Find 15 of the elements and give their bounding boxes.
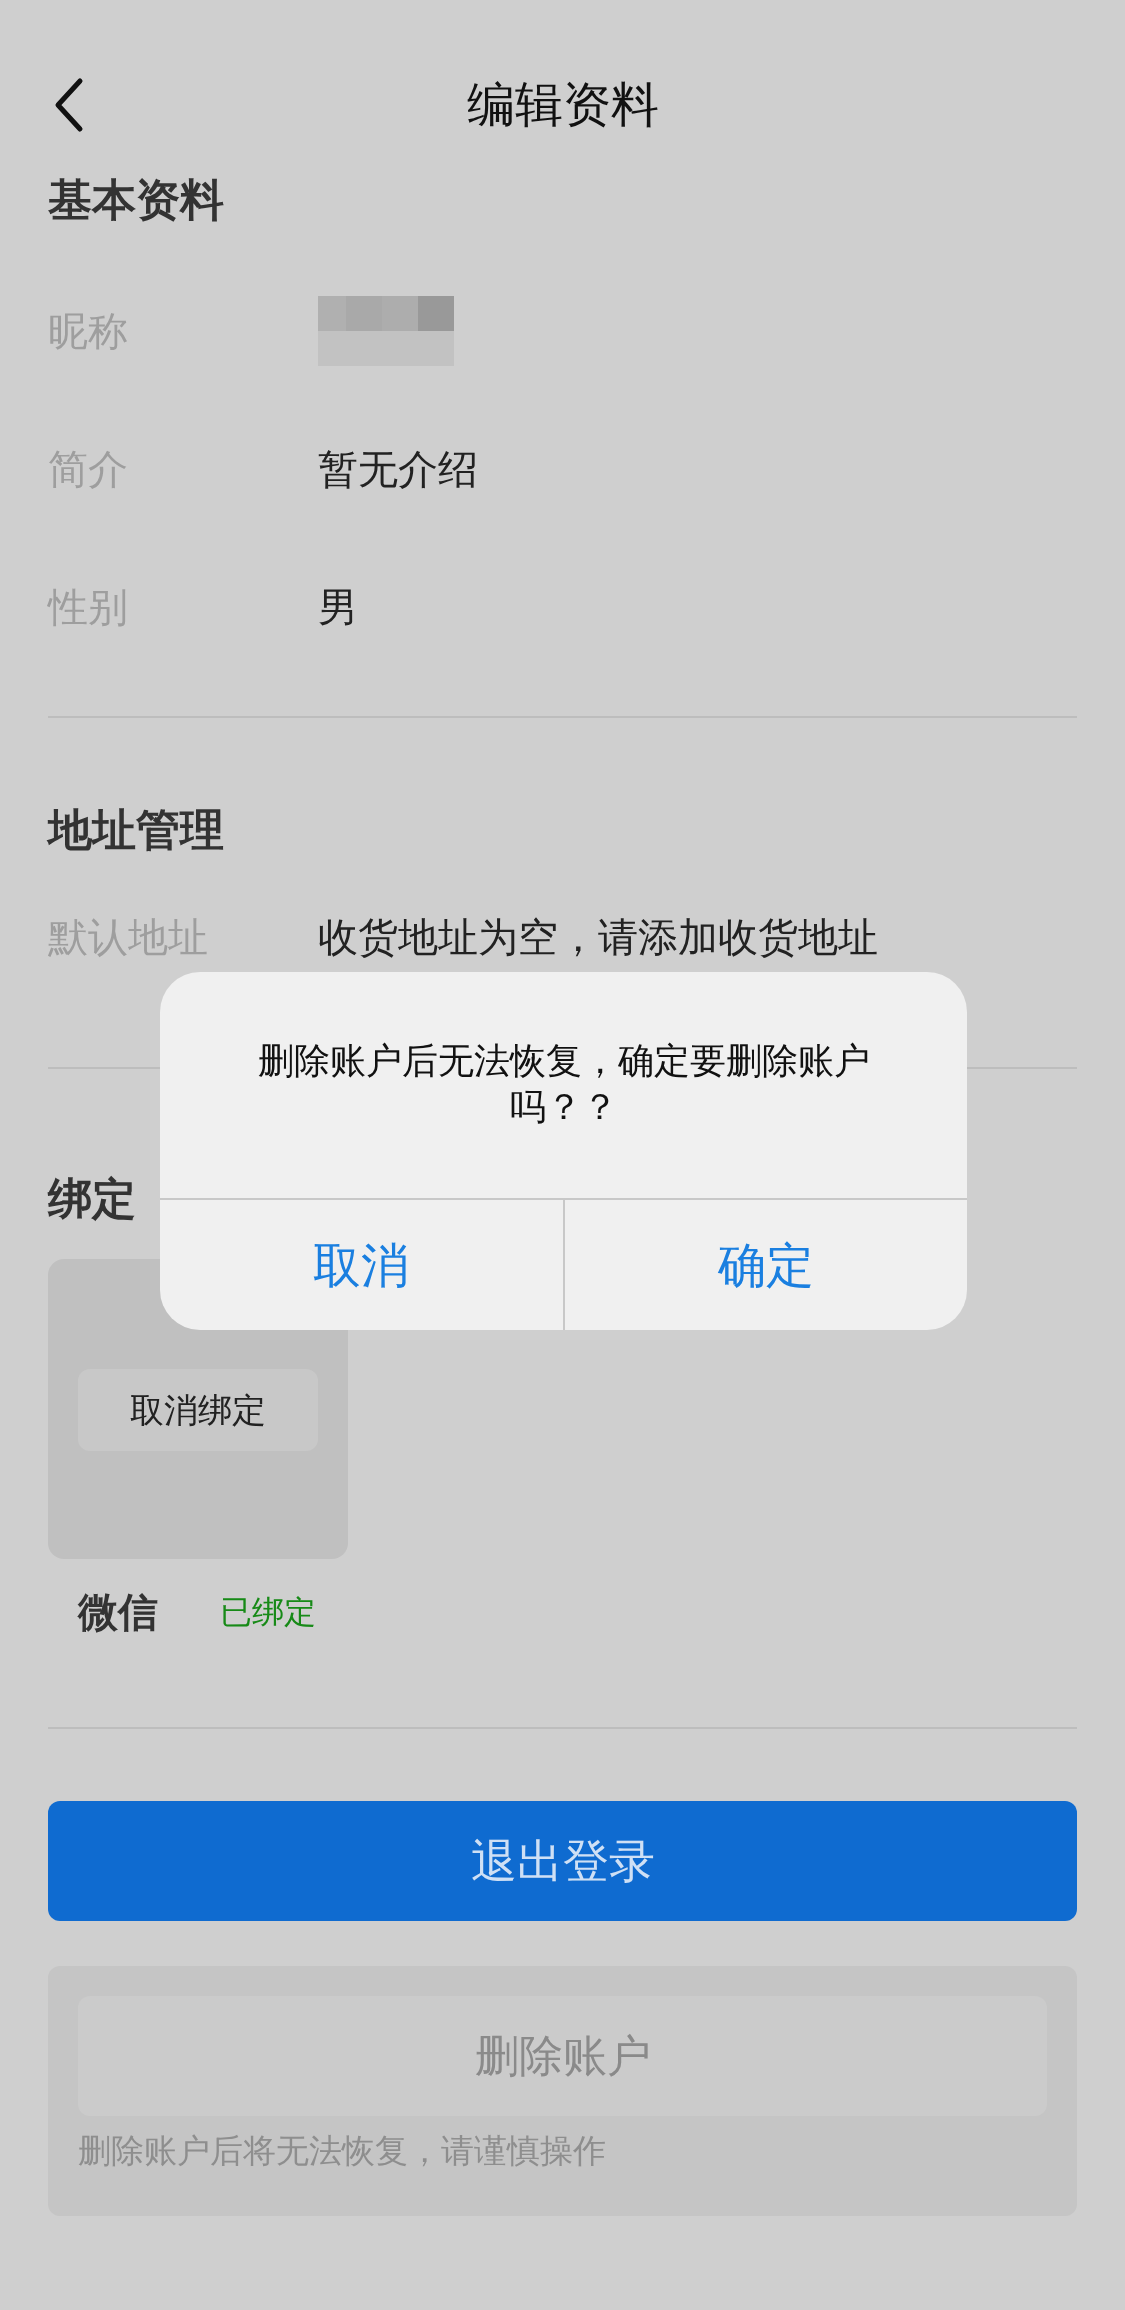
- binding-status: 已绑定: [220, 1592, 316, 1633]
- section-heading: 地址管理: [48, 808, 225, 852]
- delete-account-button[interactable]: 删除账户: [78, 1996, 1047, 2116]
- dialog-message: 删除账户后无法恢复，确定要删除账户吗？？: [256, 1039, 871, 1129]
- field-value: 男: [318, 583, 358, 632]
- logout-button[interactable]: 退出登录: [48, 1801, 1077, 1921]
- account-name: 微信: [78, 1588, 159, 1637]
- dialog-button[interactable]: 确定: [562, 1200, 967, 1330]
- dialog-button[interactable]: 取消: [160, 1200, 563, 1330]
- address-value: 收货地址为空，请添加收货地址: [318, 913, 878, 962]
- section-heading: 基本资料: [48, 178, 225, 222]
- section-heading: 绑定: [48, 1177, 137, 1221]
- unbind-button[interactable]: 取消绑定: [78, 1369, 318, 1451]
- field-value: 暂无介绍: [318, 445, 478, 494]
- page-title: 编辑资料: [466, 80, 659, 128]
